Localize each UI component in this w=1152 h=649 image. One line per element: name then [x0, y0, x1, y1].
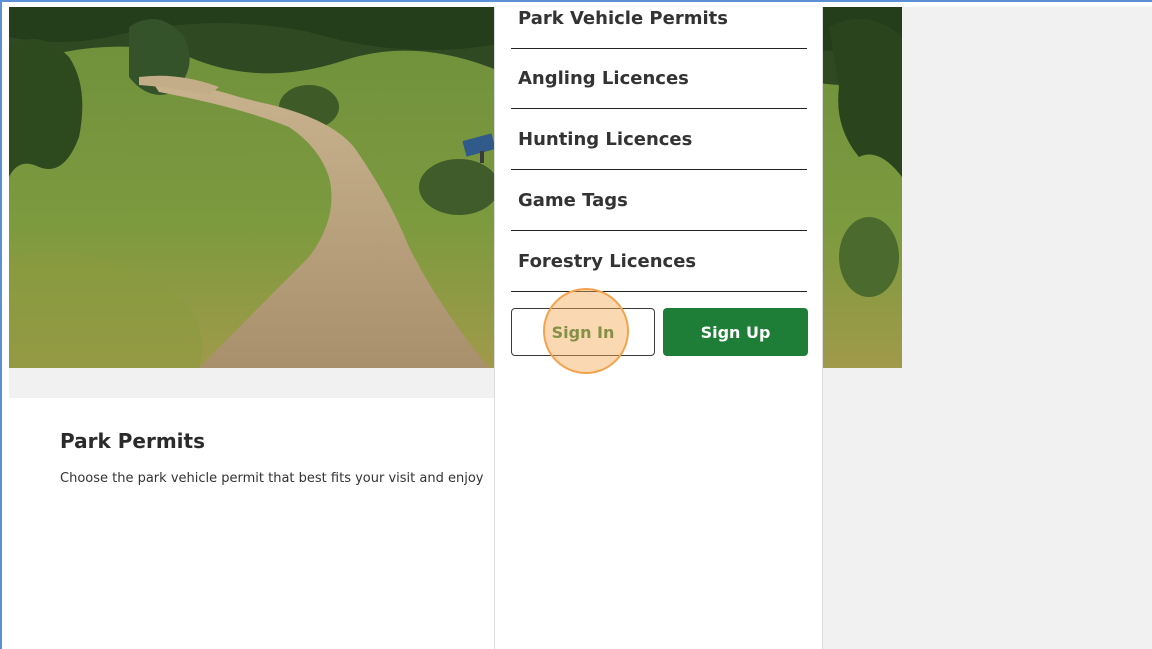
menu-item-game-tags[interactable]: Game Tags [511, 171, 807, 231]
page-title: Park Permits [60, 429, 205, 453]
menu-item-label: Hunting Licences [518, 129, 693, 150]
sign-in-label: Sign In [551, 322, 615, 342]
page-description: Choose the park vehicle permit that best… [60, 471, 484, 486]
menu-item-label: Game Tags [518, 190, 628, 211]
menu-item-forestry-licences[interactable]: Forestry Licences [511, 232, 807, 292]
menu-item-angling-licences[interactable]: Angling Licences [511, 49, 807, 109]
menu-item-label: Angling Licences [518, 68, 689, 89]
sign-up-button[interactable]: Sign Up [663, 308, 808, 356]
sign-in-button[interactable]: Sign In [511, 308, 655, 356]
menu-item-park-vehicle-permits[interactable]: Park Vehicle Permits [511, 0, 807, 49]
sign-up-label: Sign Up [700, 322, 771, 342]
navigation-drawer: Park Vehicle Permits Angling Licences Hu… [494, 7, 823, 649]
menu-item-label: Park Vehicle Permits [518, 8, 728, 29]
menu-item-label: Forestry Licences [518, 251, 697, 272]
menu-item-hunting-licences[interactable]: Hunting Licences [511, 110, 807, 170]
